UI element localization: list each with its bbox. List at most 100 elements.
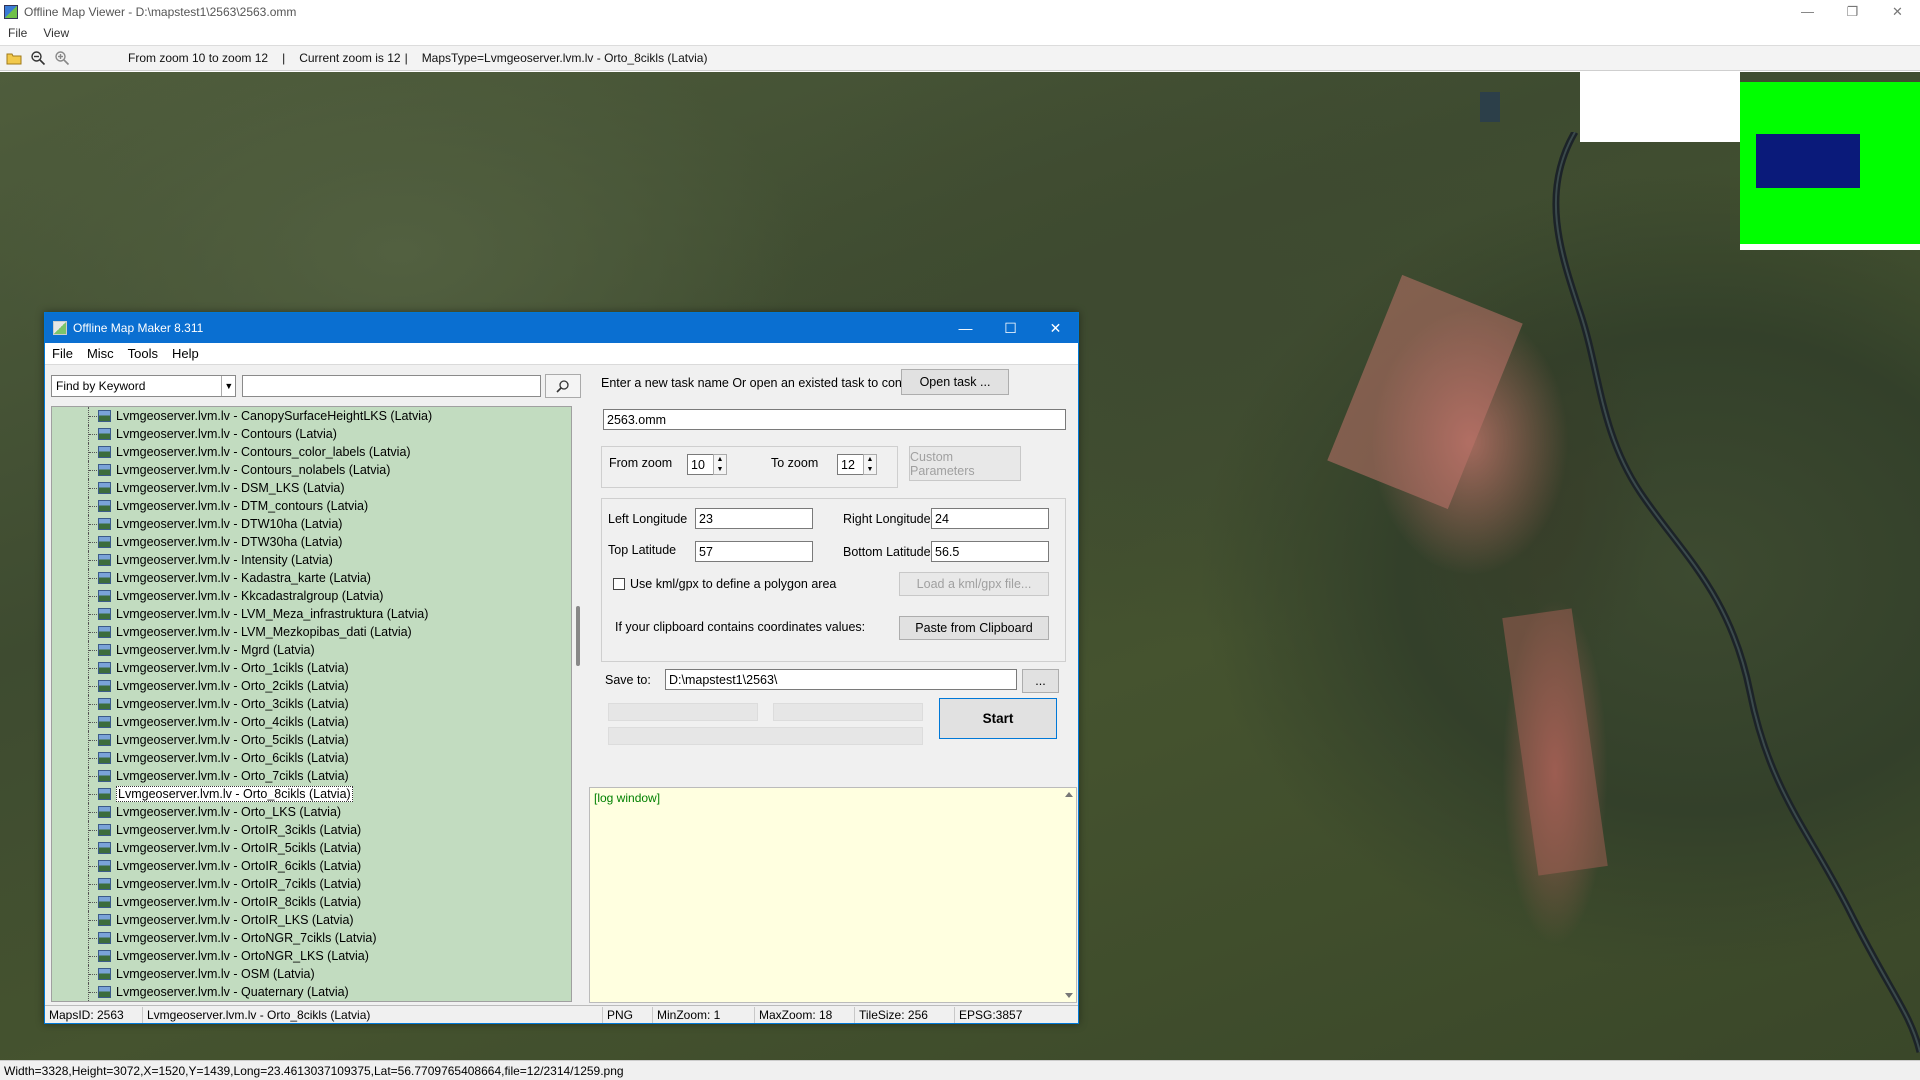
- tree-item[interactable]: Lvmgeoserver.lvm.lv - Quaternary (Latvia…: [52, 983, 571, 1001]
- right-longitude-input[interactable]: 24: [931, 508, 1049, 529]
- log-window[interactable]: [log window]: [589, 787, 1077, 1003]
- tree-item[interactable]: Lvmgeoserver.lvm.lv - Orto_3cikls (Latvi…: [52, 695, 571, 713]
- viewer-title: Offline Map Viewer - D:\mapstest1\2563\2…: [24, 4, 297, 19]
- map-layer-icon: [98, 518, 111, 530]
- tree-item-label: Lvmgeoserver.lvm.lv - Orto_5cikls (Latvi…: [116, 733, 349, 747]
- tree-item[interactable]: Lvmgeoserver.lvm.lv - OrtoNGR_LKS (Latvi…: [52, 947, 571, 965]
- toolbar-separator: |: [404, 51, 408, 65]
- tree-guide-line: [89, 722, 97, 723]
- current-zoom-text: Current zoom is 12: [299, 51, 401, 65]
- tree-item[interactable]: Lvmgeoserver.lvm.lv - DTW30ha (Latvia): [52, 533, 571, 551]
- tree-item[interactable]: Lvmgeoserver.lvm.lv - Mgrd (Latvia): [52, 641, 571, 659]
- start-button[interactable]: Start: [939, 698, 1057, 739]
- app-icon: [53, 321, 67, 335]
- tree-item[interactable]: Lvmgeoserver.lvm.lv - CanopySurfaceHeigh…: [52, 407, 571, 425]
- tree-item[interactable]: Lvmgeoserver.lvm.lv - OrtoIR_LKS (Latvia…: [52, 911, 571, 929]
- viewer-status-text: Width=3328,Height=3072,X=1520,Y=1439,Lon…: [4, 1063, 624, 1078]
- tree-item[interactable]: Lvmgeoserver.lvm.lv - DTW10ha (Latvia): [52, 515, 571, 533]
- bottom-latitude-input[interactable]: 56.5: [931, 541, 1049, 562]
- tree-item[interactable]: Lvmgeoserver.lvm.lv - OrtoIR_6cikls (Lat…: [52, 857, 571, 875]
- tree-item[interactable]: Lvmgeoserver.lvm.lv - OrtoIR_8cikls (Lat…: [52, 893, 571, 911]
- tree-item[interactable]: Lvmgeoserver.lvm.lv - Orto_4cikls (Latvi…: [52, 713, 571, 731]
- from-zoom-stepper[interactable]: ▲ ▼: [713, 454, 727, 475]
- river: [1552, 132, 1920, 1053]
- log-scrollbar[interactable]: [1062, 788, 1076, 1002]
- tree-item[interactable]: Lvmgeoserver.lvm.lv - Orto_1cikls (Latvi…: [52, 659, 571, 677]
- tree-item[interactable]: Lvmgeoserver.lvm.lv - Contours_nolabels …: [52, 461, 571, 479]
- dialog-maximize-button[interactable]: ☐: [988, 313, 1033, 343]
- custom-parameters-button[interactable]: Custom Parameters: [909, 446, 1021, 481]
- kml-polygon-checkbox[interactable]: [613, 578, 625, 590]
- map-overlay-blue: [1756, 134, 1860, 188]
- tree-item[interactable]: Lvmgeoserver.lvm.lv - Orto_2cikls (Latvi…: [52, 677, 571, 695]
- tree-item[interactable]: Lvmgeoserver.lvm.lv - LVM_Meza_infrastru…: [52, 605, 571, 623]
- dialog-titlebar[interactable]: Offline Map Maker 8.311 — ☐ ✕: [45, 313, 1078, 343]
- tree-item-label: Lvmgeoserver.lvm.lv - Kkcadastralgroup (…: [116, 589, 384, 603]
- tree-item[interactable]: Lvmgeoserver.lvm.lv - Orto_7cikls (Latvi…: [52, 767, 571, 785]
- dialog-menu-help[interactable]: Help: [165, 346, 206, 361]
- to-zoom-label: To zoom: [771, 456, 819, 470]
- tree-item[interactable]: Lvmgeoserver.lvm.lv - Kkcadastralgroup (…: [52, 587, 571, 605]
- tree-item[interactable]: Lvmgeoserver.lvm.lv - Contours_color_lab…: [52, 443, 571, 461]
- tree-item[interactable]: Lvmgeoserver.lvm.lv - OSM (Latvia): [52, 965, 571, 983]
- status-max-zoom: MaxZoom: 18: [755, 1006, 855, 1023]
- dialog-menu-tools[interactable]: Tools: [121, 346, 165, 361]
- dialog-close-button[interactable]: ✕: [1033, 313, 1078, 343]
- tree-item-label: Lvmgeoserver.lvm.lv - OSM (Latvia): [116, 967, 315, 981]
- tree-item[interactable]: Lvmgeoserver.lvm.lv - Intensity (Latvia): [52, 551, 571, 569]
- maps-tree[interactable]: Lvmgeoserver.lvm.lv - CanopySurfaceHeigh…: [51, 406, 572, 1002]
- menu-view[interactable]: View: [35, 26, 77, 40]
- open-folder-icon[interactable]: [4, 48, 24, 68]
- maximize-button[interactable]: ❐: [1830, 0, 1875, 23]
- tree-guide-line: [89, 938, 97, 939]
- dialog-minimize-button[interactable]: —: [943, 313, 988, 343]
- menu-file[interactable]: File: [0, 26, 35, 40]
- tree-guide-line: [89, 902, 97, 903]
- to-zoom-stepper[interactable]: ▲ ▼: [863, 454, 877, 475]
- open-task-button[interactable]: Open task ...: [901, 369, 1009, 395]
- top-latitude-input[interactable]: 57: [695, 541, 813, 562]
- left-longitude-input[interactable]: 23: [695, 508, 813, 529]
- tree-item[interactable]: Lvmgeoserver.lvm.lv - Orto_5cikls (Latvi…: [52, 731, 571, 749]
- tree-item-label: Lvmgeoserver.lvm.lv - Orto_6cikls (Latvi…: [116, 751, 349, 765]
- tree-item-label: Lvmgeoserver.lvm.lv - OrtoNGR_LKS (Latvi…: [116, 949, 369, 963]
- tree-item[interactable]: Lvmgeoserver.lvm.lv - DTM_contours (Latv…: [52, 497, 571, 515]
- paste-from-clipboard-button[interactable]: Paste from Clipboard: [899, 616, 1049, 640]
- close-button[interactable]: ✕: [1875, 0, 1920, 23]
- tree-scrollbar-thumb[interactable]: [576, 606, 580, 666]
- dialog-menu-file[interactable]: File: [45, 346, 80, 361]
- tree-item[interactable]: Lvmgeoserver.lvm.lv - Orto_8cikls (Latvi…: [52, 785, 571, 803]
- map-layer-icon: [98, 446, 111, 458]
- viewer-titlebar: Offline Map Viewer - D:\mapstest1\2563\2…: [0, 0, 1920, 23]
- tree-item[interactable]: Lvmgeoserver.lvm.lv - OrtoIR_7cikls (Lat…: [52, 875, 571, 893]
- tree-scrollbar[interactable]: [573, 406, 583, 1002]
- minimize-button[interactable]: —: [1785, 0, 1830, 23]
- tree-item[interactable]: Lvmgeoserver.lvm.lv - LVM_Mezkopibas_dat…: [52, 623, 571, 641]
- tree-item-label: Lvmgeoserver.lvm.lv - DTM_contours (Latv…: [116, 499, 369, 513]
- load-kml-button[interactable]: Load a kml/gpx file...: [899, 572, 1049, 596]
- search-mode-select[interactable]: Find by Keyword ▼: [51, 375, 237, 397]
- zoom-out-icon[interactable]: [28, 48, 48, 68]
- save-to-label: Save to:: [605, 673, 651, 687]
- tree-item[interactable]: Lvmgeoserver.lvm.lv - OrtoIR_5cikls (Lat…: [52, 839, 571, 857]
- tree-item[interactable]: Lvmgeoserver.lvm.lv - OrtoNGR_7cikls (La…: [52, 929, 571, 947]
- tree-item[interactable]: Lvmgeoserver.lvm.lv - DSM_LKS (Latvia): [52, 479, 571, 497]
- task-prompt-label: Enter a new task name Or open an existed…: [601, 376, 933, 390]
- dialog-menu-misc[interactable]: Misc: [80, 346, 121, 361]
- zoom-in-icon[interactable]: [52, 48, 72, 68]
- tree-guide-line: [89, 650, 97, 651]
- clipboard-label: If your clipboard contains coordinates v…: [615, 620, 866, 634]
- task-name-input[interactable]: 2563.omm: [603, 409, 1066, 430]
- tree-item[interactable]: Lvmgeoserver.lvm.lv - OrtoIR_3cikls (Lat…: [52, 821, 571, 839]
- map-layer-icon: [98, 554, 111, 566]
- browse-button[interactable]: ...: [1022, 669, 1059, 693]
- tree-item[interactable]: Lvmgeoserver.lvm.lv - Kadastra_karte (La…: [52, 569, 571, 587]
- viewer-menubar: File View: [0, 23, 1920, 43]
- tree-item[interactable]: Lvmgeoserver.lvm.lv - Orto_6cikls (Latvi…: [52, 749, 571, 767]
- save-path-input[interactable]: D:\mapstest1\2563\: [665, 669, 1017, 690]
- tree-item[interactable]: Lvmgeoserver.lvm.lv - Orto_LKS (Latvia): [52, 803, 571, 821]
- tree-item[interactable]: Lvmgeoserver.lvm.lv - Contours (Latvia): [52, 425, 571, 443]
- search-button[interactable]: [545, 374, 581, 398]
- tree-item-label: Lvmgeoserver.lvm.lv - OrtoNGR_7cikls (La…: [116, 931, 377, 945]
- search-input[interactable]: [242, 375, 542, 397]
